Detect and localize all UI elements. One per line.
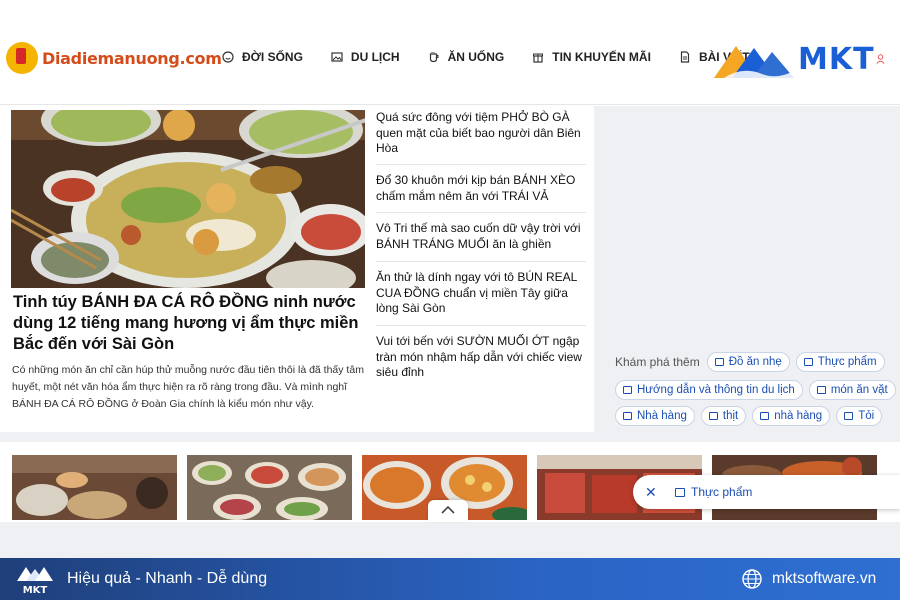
- tag-icon: [816, 386, 826, 394]
- featured-article[interactable]: Tinh túy BÁNH ĐA CÁ RÔ ĐỒNG ninh nước dù…: [0, 106, 372, 432]
- image-icon: [331, 51, 343, 63]
- tag-chip[interactable]: Thực phẩm: [795, 352, 885, 372]
- footer-slogan: Hiệu quả - Nhanh - Dễ dùng: [67, 570, 268, 587]
- logo-text: Diadiemanuong.com: [42, 48, 222, 68]
- article-link[interactable]: Quá sức đông với tiệm PHỞ BÒ GÀ quen mặt…: [376, 110, 586, 157]
- document-icon: [679, 51, 691, 63]
- thumbnail-image[interactable]: [187, 455, 352, 520]
- tag-icon: [623, 412, 632, 420]
- mkt-brand-logo: MKT: [712, 40, 892, 80]
- featured-title[interactable]: Tinh túy BÁNH ĐA CÁ RÔ ĐỒNG ninh nước dù…: [13, 292, 363, 355]
- site-header: Diadiemanuong.com ĐỜI SỐNG DU LỊCH ĂN UỐ…: [0, 0, 900, 105]
- logo-badge-icon: [6, 42, 38, 74]
- main-nav: ĐỜI SỐNG DU LỊCH ĂN UỐNG TIN KHUYẾN MÃI …: [222, 50, 778, 64]
- globe-icon: [742, 569, 762, 589]
- featured-excerpt: Có những món ăn chỉ cần húp thử muỗng nư…: [12, 364, 364, 410]
- footer-banner: MKT Hiệu quả - Nhanh - Dễ dùng mktsoftwa…: [0, 558, 900, 600]
- mkt-mountain-icon: [714, 46, 796, 78]
- nav-doi-song[interactable]: ĐỜI SỐNG: [222, 50, 303, 64]
- divider: [376, 261, 586, 262]
- mkt-brand-name: MKT: [798, 42, 875, 77]
- footer-logo-text: MKT: [23, 585, 48, 595]
- divider: [376, 212, 586, 213]
- tag-icon: [803, 358, 813, 366]
- cup-icon: [428, 51, 440, 63]
- tag-icon: [708, 412, 718, 420]
- tag-icon: [675, 487, 685, 497]
- tag-chip[interactable]: Đồ ăn nhẹ: [706, 352, 790, 372]
- floating-tag-chip[interactable]: Thực phẩm: [675, 485, 752, 499]
- tag-icon: [623, 386, 632, 394]
- thumbnail-image[interactable]: [12, 455, 177, 520]
- mkt-footer-logo: MKT: [16, 563, 54, 596]
- tag-chip[interactable]: nhà hàng: [752, 406, 831, 426]
- nav-tin-khuyen-mai[interactable]: TIN KHUYẾN MÃI: [532, 50, 651, 64]
- tag-chip[interactable]: Tỏi: [836, 406, 883, 426]
- tag-icon: [714, 358, 724, 366]
- tag-chip[interactable]: thịt: [700, 406, 747, 426]
- tag-chip[interactable]: Hướng dẫn và thông tin du lịch: [615, 380, 803, 400]
- smile-icon: [222, 51, 234, 63]
- floating-tag-bar: ✕ Thực phẩm: [633, 475, 900, 509]
- featured-image[interactable]: [11, 110, 365, 288]
- article-link[interactable]: Vui tới bến với SƯỜN MUỐI ỚT ngập tràn m…: [376, 334, 586, 381]
- close-icon[interactable]: ✕: [645, 484, 659, 501]
- article-list: Quá sức đông với tiệm PHỞ BÒ GÀ quen mặt…: [372, 106, 594, 432]
- gift-icon: [532, 51, 544, 63]
- user-icon[interactable]: [876, 54, 885, 67]
- divider: [376, 325, 586, 326]
- article-link[interactable]: Vô Tri thế mà sao cuốn dữ vậy trời với B…: [376, 221, 586, 252]
- chevron-up-icon: [441, 505, 455, 514]
- tag-icon: [844, 412, 854, 420]
- article-link[interactable]: Ăn thử là dính ngay với tô BÚN REAL CUA …: [376, 270, 586, 317]
- explore-label: Khám phá thêm: [615, 355, 700, 369]
- nav-an-uong[interactable]: ĂN UỐNG: [428, 50, 504, 64]
- explore-more-panel: Khám phá thêm Đồ ăn nhẹ Thực phẩm Hướng …: [609, 350, 900, 430]
- footer-website[interactable]: mktsoftware.vn: [772, 570, 876, 588]
- tag-chip[interactable]: Nhà hàng: [615, 406, 695, 426]
- nav-du-lich[interactable]: DU LỊCH: [331, 50, 400, 64]
- tag-icon: [760, 412, 770, 420]
- scroll-up-button[interactable]: [428, 500, 468, 522]
- divider: [376, 164, 586, 165]
- site-logo[interactable]: Diadiemanuong.com: [6, 42, 222, 74]
- article-link[interactable]: Đổ 30 khuôn mới kịp bán BÁNH XÈO chấm mắ…: [376, 173, 586, 204]
- tag-chip[interactable]: món ăn vặt: [808, 380, 896, 400]
